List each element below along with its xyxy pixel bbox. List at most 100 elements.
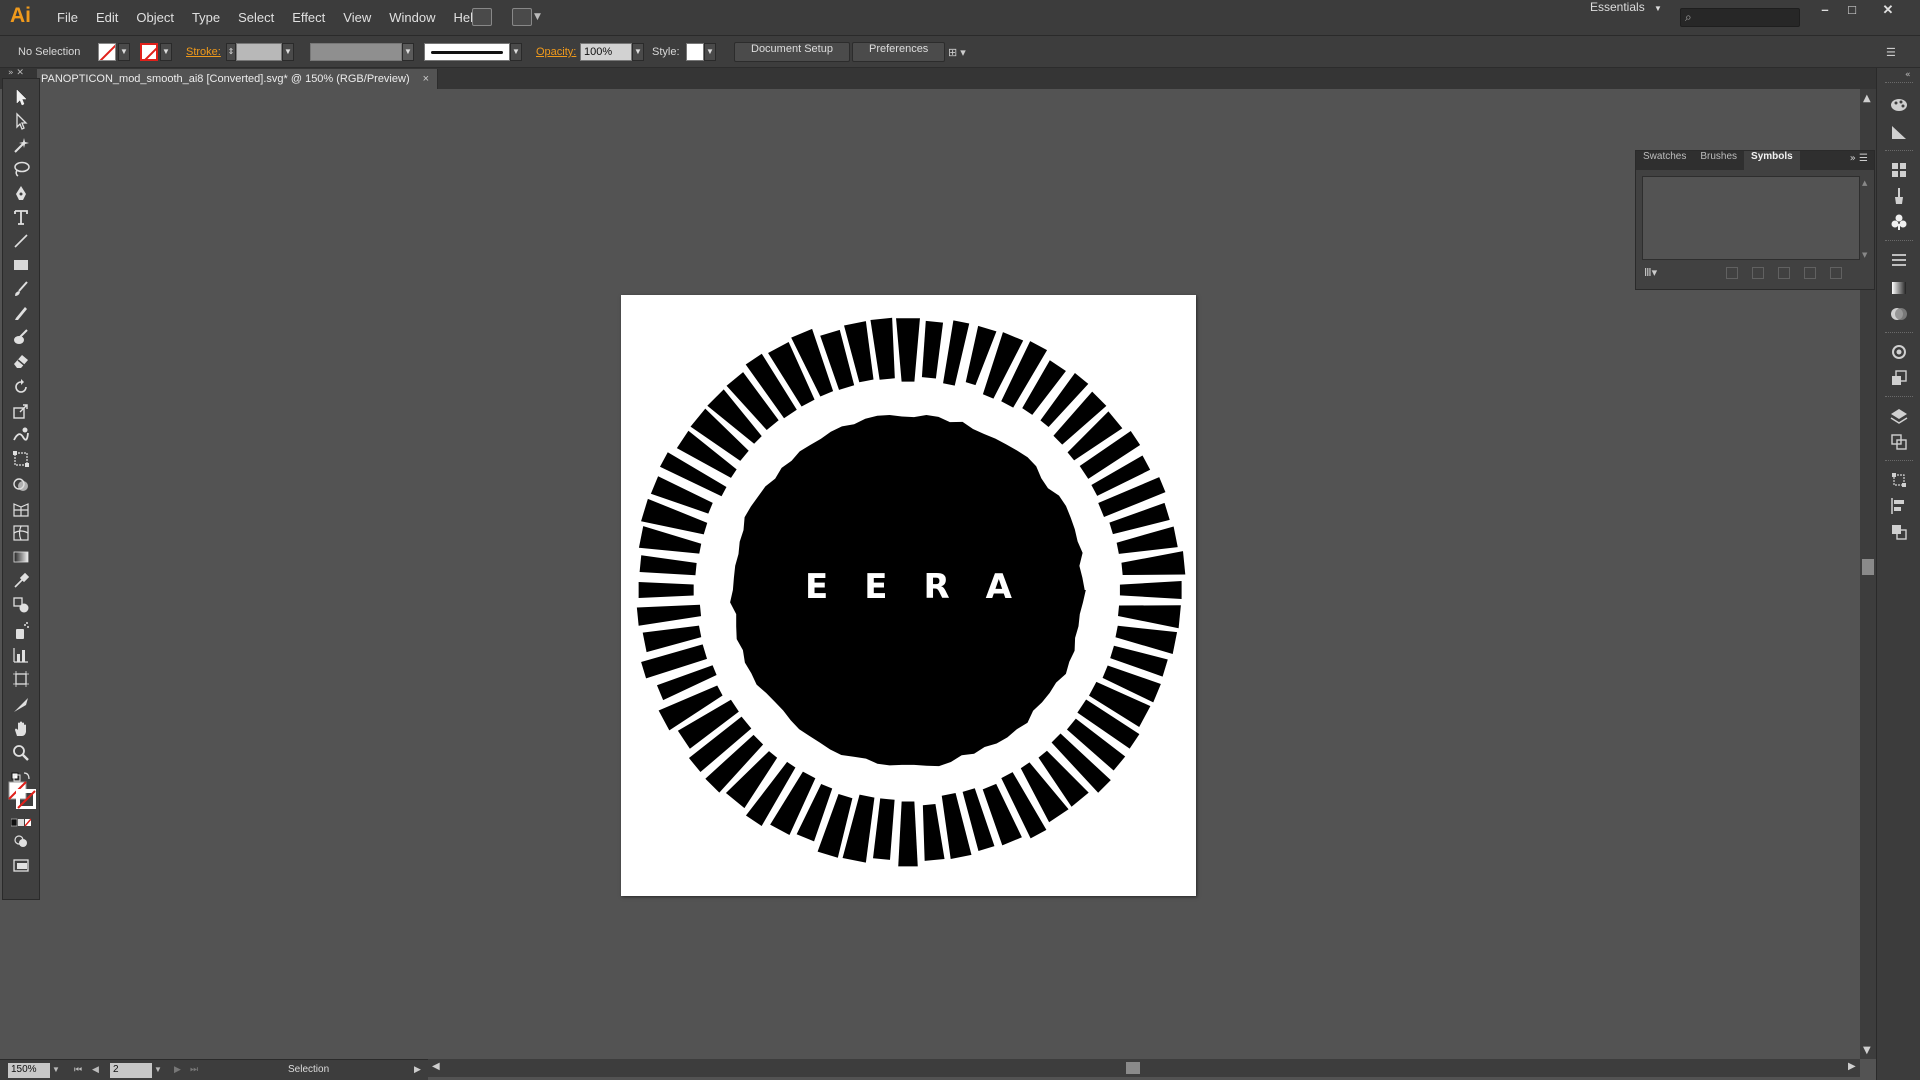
zoom-dropdown-icon[interactable]: ▼ — [52, 1065, 60, 1074]
brush-dropdown-icon[interactable]: ▼ — [510, 43, 522, 61]
stroke-panel-icon[interactable] — [1889, 250, 1909, 270]
scroll-down-icon[interactable]: ▼ — [1863, 1045, 1871, 1056]
symbols-panel-icon[interactable] — [1889, 212, 1909, 232]
scroll-left-icon[interactable]: ◀ — [432, 1061, 440, 1072]
stroke-label[interactable]: Stroke: — [186, 46, 221, 58]
stroke-weight-field[interactable] — [236, 43, 282, 61]
document-setup-button[interactable]: Document Setup — [734, 42, 850, 62]
first-artboard-icon[interactable]: ⏮ — [74, 1064, 82, 1075]
artboard-tool-icon[interactable] — [11, 669, 31, 689]
mesh-tool-icon[interactable] — [11, 523, 31, 543]
arrange-documents-caret-icon[interactable]: ▼ — [534, 12, 541, 22]
artboard-dropdown-icon[interactable]: ▼ — [154, 1065, 162, 1074]
menu-edit[interactable]: Edit — [87, 0, 127, 36]
opacity-dropdown-icon[interactable]: ▼ — [632, 43, 644, 61]
color-gradient-none-icon[interactable] — [10, 813, 32, 827]
bridge-icon[interactable] — [472, 8, 492, 26]
gradient-panel-icon[interactable] — [1889, 278, 1909, 298]
stroke-weight-control[interactable]: ⇕ ▼ — [226, 36, 294, 68]
control-panel-menu-icon[interactable]: ☰ — [1886, 36, 1896, 68]
brush-preview[interactable] — [424, 43, 510, 61]
symbols-scroll-down-icon[interactable]: ▼ — [1862, 251, 1867, 259]
fill-stroke-swatches[interactable] — [8, 781, 37, 810]
direct-selection-tool-icon[interactable] — [11, 111, 31, 131]
menu-view[interactable]: View — [334, 0, 380, 36]
opacity-control[interactable]: 100% ▼ — [580, 36, 644, 68]
minimize-button[interactable]: – — [1812, 2, 1838, 20]
document-tab[interactable]: PANOPTICON_mod_smooth_ai8 [Converted].sv… — [37, 69, 439, 89]
variable-width-field[interactable] — [310, 43, 402, 61]
align-panel-icon[interactable] — [1889, 496, 1909, 516]
type-tool-icon[interactable] — [11, 207, 31, 227]
graphic-style-dropdown-icon[interactable]: ▼ — [704, 43, 716, 61]
tab-symbols[interactable]: Symbols — [1744, 151, 1800, 170]
pathfinder-panel-icon[interactable] — [1889, 522, 1909, 542]
shape-builder-tool-icon[interactable] — [11, 475, 31, 495]
scroll-up-icon[interactable]: ▲ — [1863, 93, 1871, 104]
place-symbol-instance-icon[interactable] — [1726, 267, 1738, 279]
fill-dropdown-icon[interactable]: ▼ — [118, 43, 130, 61]
search-input[interactable]: ⌕ — [1680, 8, 1800, 27]
symbols-scroll-up-icon[interactable]: ▲ — [1862, 179, 1867, 187]
horizontal-scrollbar[interactable]: ◀ ▶ — [428, 1059, 1860, 1077]
symbol-options-icon[interactable] — [1778, 267, 1790, 279]
screen-mode-icon[interactable] — [11, 855, 31, 875]
symbol-sprayer-tool-icon[interactable] — [11, 621, 31, 641]
drawing-modes-icon[interactable] — [11, 831, 31, 851]
stroke-color-dropdown-icon[interactable]: ▼ — [160, 43, 172, 61]
swatches-panel-icon[interactable] — [1889, 160, 1909, 180]
menu-select[interactable]: Select — [229, 0, 283, 36]
status-menu-icon[interactable]: ▶ — [414, 1064, 421, 1075]
symbol-libraries-icon[interactable]: Ⅲ▾ — [1644, 266, 1657, 279]
layers-panel-icon[interactable] — [1889, 406, 1909, 426]
eyedropper-tool-icon[interactable] — [11, 571, 31, 591]
rectangle-tool-icon[interactable] — [11, 255, 31, 275]
free-transform-tool-icon[interactable] — [11, 449, 31, 469]
variable-width-dropdown-icon[interactable]: ▼ — [402, 43, 414, 61]
color-panel-icon[interactable] — [1889, 94, 1909, 114]
transform-panel-icon[interactable] — [1889, 470, 1909, 490]
stroke-none-swatch[interactable] — [140, 43, 158, 61]
graphic-style-control[interactable]: ▼ — [686, 36, 716, 68]
document-tab-close-icon[interactable]: × — [423, 73, 429, 85]
scroll-right-icon[interactable]: ▶ — [1848, 1061, 1856, 1072]
canvas-area[interactable]: EERA — [41, 89, 1860, 1059]
brushes-panel-icon[interactable] — [1889, 186, 1909, 206]
menu-file[interactable]: File — [48, 0, 87, 36]
zoom-level-field[interactable]: 150% — [8, 1063, 50, 1078]
opacity-label[interactable]: Opacity: — [536, 46, 576, 58]
eraser-tool-icon[interactable] — [11, 351, 31, 371]
panel-menu-icon[interactable]: » ☰ — [1850, 153, 1868, 164]
blend-tool-icon[interactable] — [11, 595, 31, 615]
transparency-panel-icon[interactable] — [1889, 304, 1909, 324]
variable-width-control[interactable]: ▼ — [310, 36, 414, 68]
vertical-scroll-thumb[interactable] — [1862, 559, 1874, 575]
tab-swatches[interactable]: Swatches — [1636, 151, 1693, 170]
artboard-number-field[interactable]: 2 — [110, 1063, 152, 1078]
rotate-tool-icon[interactable] — [11, 377, 31, 397]
gradient-tool-icon[interactable] — [11, 547, 31, 567]
last-artboard-icon[interactable]: ⏭ — [190, 1064, 198, 1075]
new-symbol-icon[interactable] — [1804, 267, 1816, 279]
menu-effect[interactable]: Effect — [283, 0, 334, 36]
graphic-styles-panel-icon[interactable] — [1889, 368, 1909, 388]
artboards-panel-icon[interactable] — [1889, 432, 1909, 452]
stroke-weight-dropdown-icon[interactable]: ▼ — [282, 43, 294, 61]
slice-tool-icon[interactable] — [11, 695, 31, 715]
stroke-color-control[interactable]: ▼ — [140, 36, 172, 68]
hand-tool-icon[interactable] — [11, 719, 31, 739]
maximize-button[interactable]: □ — [1839, 2, 1865, 20]
paintbrush-tool-icon[interactable] — [11, 279, 31, 299]
horizontal-scroll-thumb[interactable] — [1126, 1062, 1140, 1074]
tab-brushes[interactable]: Brushes — [1693, 151, 1744, 170]
preferences-button[interactable]: Preferences — [852, 42, 946, 62]
tools-collapse-icon[interactable]: » ✕ — [8, 68, 38, 78]
default-fill-stroke-icon[interactable] — [11, 767, 31, 782]
previous-artboard-icon[interactable]: ◀ — [92, 1064, 99, 1075]
line-segment-tool-icon[interactable] — [11, 231, 31, 251]
workspace-switcher[interactable]: Essentials ▼ — [1590, 0, 1662, 14]
break-link-icon[interactable] — [1752, 267, 1764, 279]
pen-tool-icon[interactable] — [11, 183, 31, 203]
warp-tool-icon[interactable] — [11, 425, 31, 445]
scale-tool-icon[interactable] — [11, 401, 31, 421]
